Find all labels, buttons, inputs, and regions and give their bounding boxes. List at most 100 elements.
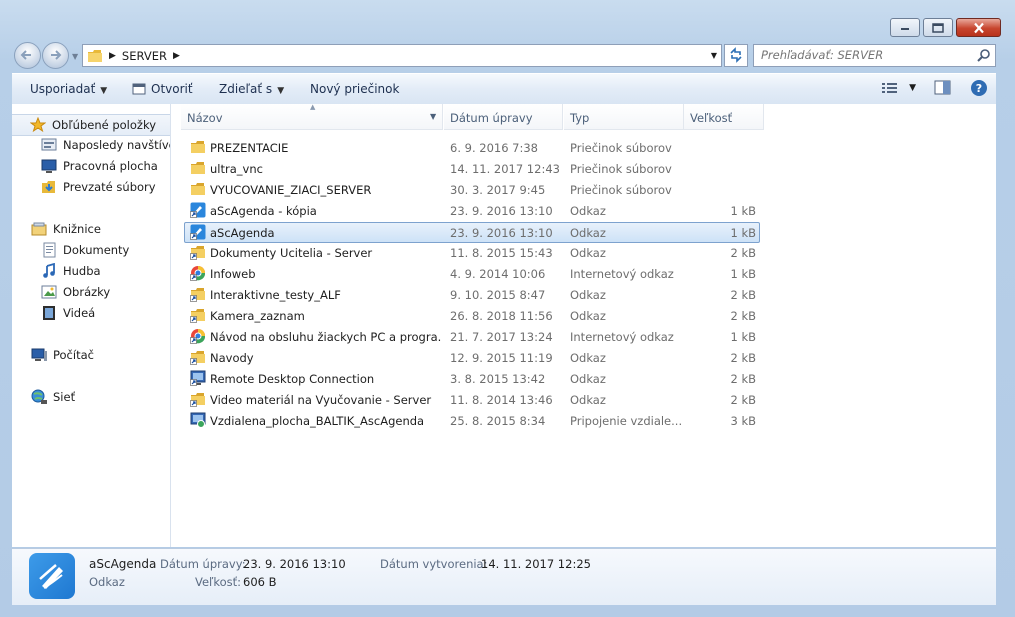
- breadcrumb-separator-icon[interactable]: ▶: [173, 51, 180, 61]
- command-bar: Usporiadať ▼ Otvoriť Zdieľať s ▼ Nový prie…: [12, 73, 996, 105]
- libraries-icon: [31, 221, 47, 237]
- file-row[interactable]: Infoweb 4. 9. 2014 10:06 Internetový odkaz…: [185, 264, 759, 283]
- maximize-button[interactable]: [923, 18, 953, 37]
- recent-locations-dropdown[interactable]: ▼: [72, 52, 78, 61]
- search-input[interactable]: [754, 45, 971, 64]
- breadcrumb-server[interactable]: SERVER: [122, 49, 167, 63]
- address-bar[interactable]: ▶ SERVER ▶ ▼: [82, 44, 722, 67]
- file-row[interactable]: Navody 12. 9. 2015 11:19 Odkaz 2 kB: [185, 348, 759, 367]
- address-dropdown-icon[interactable]: ▼: [711, 51, 717, 60]
- sidebar-item-computer[interactable]: Počítač: [12, 345, 94, 365]
- navigation-pane: Obľúbené položky Naposledy navštívené Pr…: [12, 104, 171, 547]
- breadcrumb-separator-icon[interactable]: ▶: [109, 51, 116, 61]
- folder-icon: [190, 160, 206, 176]
- file-row[interactable]: Návod na obsluhu žiackych PC a progra...…: [185, 327, 759, 346]
- sidebar-item-recent[interactable]: Naposledy navštívené: [12, 135, 170, 155]
- back-button[interactable]: [14, 42, 41, 69]
- remote-desktop-icon: [190, 370, 206, 386]
- sidebar-item-favorites[interactable]: Obľúbené položky: [12, 114, 170, 136]
- file-list-pane: Názov ▲ ▼ Dátum úpravy Typ Veľkosť PREZE…: [171, 103, 996, 547]
- file-row[interactable]: Kamera_zaznam 26. 8. 2018 11:56 Odkaz 2 kB: [185, 306, 759, 325]
- file-date-modified: 11. 8. 2015 15:43: [450, 246, 553, 260]
- file-date-modified: 21. 7. 2017 13:24: [450, 330, 553, 344]
- sidebar-item-label: Knižnice: [53, 222, 101, 236]
- file-row[interactable]: Remote Desktop Connection 3. 8. 2015 13:4…: [185, 369, 759, 388]
- file-row[interactable]: aScAgenda - kópia 23. 9. 2016 13:10 Odkaz 1…: [185, 201, 759, 220]
- maximize-icon: [932, 22, 944, 33]
- internet-shortcut-icon: [190, 265, 206, 281]
- column-header-date[interactable]: Dátum úpravy: [444, 104, 563, 130]
- file-date-modified: 25. 8. 2015 8:34: [450, 414, 546, 428]
- ascagenda-shortcut-icon: [190, 202, 206, 218]
- forward-button[interactable]: [42, 42, 69, 69]
- sidebar-item-documents[interactable]: Dokumenty: [12, 240, 129, 260]
- column-header-size[interactable]: Veľkosť: [684, 104, 764, 130]
- file-row[interactable]: Video materiál na Vyučovanie - Server 11.…: [185, 390, 759, 409]
- file-size: 2 kB: [730, 372, 756, 386]
- column-header-name[interactable]: Názov ▲ ▼: [181, 103, 443, 130]
- folder-shortcut-icon: [190, 349, 206, 365]
- sidebar-item-music[interactable]: Hudba: [12, 261, 101, 281]
- open-button[interactable]: Otvoriť: [132, 82, 193, 96]
- minimize-button[interactable]: [890, 18, 920, 37]
- sidebar-item-videos[interactable]: Videá: [12, 303, 95, 323]
- file-date-modified: 6. 9. 2016 7:38: [450, 141, 539, 155]
- view-details-icon[interactable]: [881, 81, 899, 95]
- column-filter-dropdown-icon[interactable]: ▼: [430, 112, 436, 121]
- new-folder-button[interactable]: Nový priečinok: [310, 82, 399, 96]
- details-created-label: Dátum vytvorenia:: [380, 557, 488, 571]
- file-row[interactable]: aScAgenda 23. 9. 2016 13:10 Odkaz 1 kB: [184, 222, 760, 243]
- open-window-icon: [132, 83, 146, 95]
- close-button[interactable]: [956, 18, 1001, 37]
- file-date-modified: 12. 9. 2015 11:19: [450, 351, 553, 365]
- sidebar-item-libraries[interactable]: Knižnice: [12, 219, 101, 239]
- preview-pane-icon[interactable]: [934, 80, 952, 96]
- sidebar-item-pictures[interactable]: Obrázky: [12, 282, 110, 302]
- organize-button[interactable]: Usporiadať ▼: [30, 82, 107, 96]
- column-header-type[interactable]: Typ: [564, 104, 684, 130]
- file-row[interactable]: ultra_vnc 14. 11. 2017 12:43 Priečinok súb…: [185, 159, 759, 178]
- sidebar-item-label: Počítač: [53, 348, 94, 362]
- search-icon[interactable]: [977, 48, 991, 62]
- network-icon: [31, 389, 47, 405]
- file-row[interactable]: Dokumenty Ucitelia - Server 11. 8. 2015 1…: [185, 243, 759, 262]
- refresh-button[interactable]: [724, 44, 748, 67]
- share-button[interactable]: Zdieľať s ▼: [219, 82, 284, 96]
- explorer-window: ▼ ▶ SERVER ▶ ▼ Usporiadať ▼ Otvoriť Zdieľ…: [0, 0, 1015, 617]
- documents-icon: [41, 242, 57, 258]
- view-controls: ▼ ?: [881, 79, 988, 97]
- file-name: ultra_vnc: [210, 162, 263, 176]
- sidebar-item-downloads[interactable]: Prevzaté súbory: [12, 177, 156, 197]
- file-type: Odkaz: [570, 246, 606, 260]
- file-date-modified: 3. 8. 2015 13:42: [450, 372, 546, 386]
- sidebar-item-network[interactable]: Sieť: [12, 387, 75, 407]
- forward-arrow-icon: [51, 50, 62, 60]
- file-name: Kamera_zaznam: [210, 309, 305, 323]
- file-size: 2 kB: [730, 288, 756, 302]
- close-icon: [973, 22, 984, 33]
- window-controls: [887, 18, 1001, 37]
- file-row[interactable]: PREZENTACIE 6. 9. 2016 7:38 Priečinok súbo…: [185, 138, 759, 157]
- sidebar-item-label: Obrázky: [63, 285, 111, 299]
- file-row[interactable]: Vzdialena_plocha_BALTIK_AscAgenda 25. 8. …: [185, 411, 759, 430]
- search-box[interactable]: [753, 44, 996, 67]
- folder-shortcut-icon: [190, 391, 206, 407]
- file-type: Internetový odkaz: [570, 267, 674, 281]
- folder-icon: [88, 49, 102, 62]
- file-name: VYUCOVANIE_ZIACI_SERVER: [210, 183, 372, 197]
- help-icon[interactable]: ?: [970, 79, 988, 97]
- column-label: Veľkosť: [690, 111, 733, 125]
- file-row[interactable]: Interaktivne_testy_ALF 9. 10. 2015 8:47 Od…: [185, 285, 759, 304]
- back-arrow-icon: [20, 50, 31, 60]
- details-size-value: 606 B: [243, 575, 277, 589]
- file-name: aScAgenda: [210, 226, 275, 240]
- sidebar-item-desktop[interactable]: Pracovná plocha: [12, 156, 158, 176]
- new-folder-label: Nový priečinok: [310, 82, 400, 96]
- file-row[interactable]: VYUCOVANIE_ZIACI_SERVER 30. 3. 2017 9:45 P…: [185, 180, 759, 199]
- view-dropdown-icon[interactable]: ▼: [909, 83, 916, 93]
- organize-label: Usporiadať: [30, 82, 96, 96]
- file-type: Odkaz: [570, 351, 606, 365]
- file-name: Remote Desktop Connection: [210, 372, 375, 386]
- music-icon: [41, 262, 57, 279]
- folder-shortcut-icon: [190, 307, 206, 323]
